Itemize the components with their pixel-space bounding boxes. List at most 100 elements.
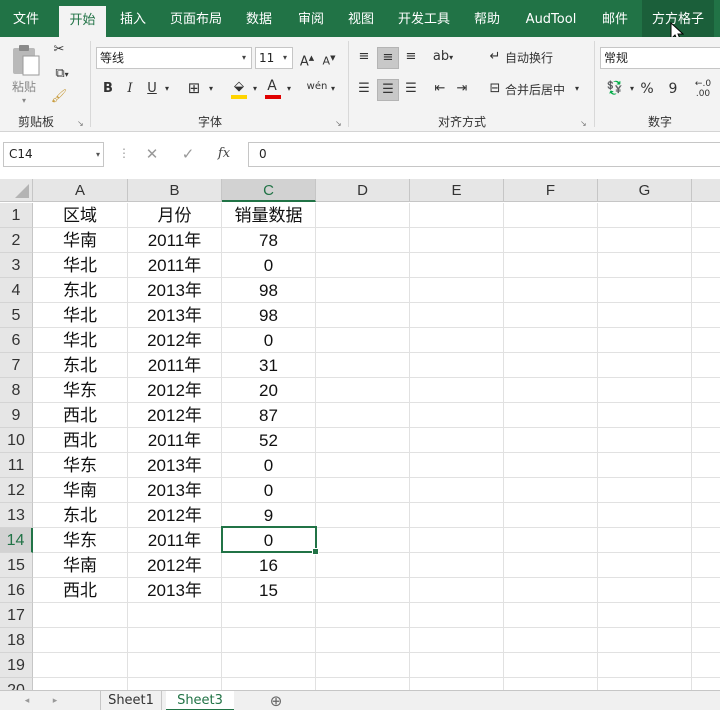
cell-e7[interactable] [410,353,504,378]
cell-d17[interactable] [316,603,410,628]
tab-help[interactable]: 帮助 [462,0,512,37]
cell-a4[interactable]: 东北 [33,278,128,303]
cell-f9[interactable] [504,403,598,428]
cell-b11[interactable]: 2013年 [128,453,222,478]
cell-f19[interactable] [504,653,598,678]
cell-f11[interactable] [504,453,598,478]
column-header-e[interactable]: E [410,179,504,202]
cell-a5[interactable]: 华北 [33,303,128,328]
accounting-format-icon[interactable]: 💱 [603,79,627,99]
chevron-down-icon[interactable]: ▾ [284,79,294,99]
chevron-down-icon[interactable]: ▾ [627,79,637,99]
cell-e9[interactable] [410,403,504,428]
cell-c10[interactable]: 52 [222,428,316,453]
percent-style-button[interactable]: % [638,79,656,99]
cell-e15[interactable] [410,553,504,578]
font-launcher-icon[interactable]: ↘ [335,119,342,128]
cell-f2[interactable] [504,228,598,253]
row-header-1[interactable]: 1 [0,203,33,228]
cell-f12[interactable] [504,478,598,503]
cell-f4[interactable] [504,278,598,303]
phonetic-guide-icon[interactable]: wén [306,77,328,97]
cell-overflow12[interactable] [692,478,720,503]
cell-a12[interactable]: 华南 [33,478,128,503]
alignment-launcher-icon[interactable]: ↘ [580,119,587,128]
insert-function-icon[interactable]: fx [214,144,234,164]
row-header-2[interactable]: 2 [0,228,33,253]
cell-c17[interactable] [222,603,316,628]
row-header-16[interactable]: 16 [0,578,33,603]
cell-g8[interactable] [598,378,692,403]
cell-a10[interactable]: 西北 [33,428,128,453]
cell-c11[interactable]: 0 [222,453,316,478]
tab-data[interactable]: 数据 [234,0,284,37]
cell-e10[interactable] [410,428,504,453]
cell-d16[interactable] [316,578,410,603]
chevron-down-icon[interactable]: ▾ [250,79,260,99]
cell-g14[interactable] [598,528,692,553]
worksheet-grid[interactable]: ABCDEFG 1 区域 月份 销量数据 2 华南 2011年 78 3 华北 2011年 0 4 东北 2… [0,179,720,690]
wrap-text-icon[interactable]: ↵ [486,47,504,67]
cell-e19[interactable] [410,653,504,678]
font-name-select[interactable]: 等线 ▾ [96,47,252,69]
cell-overflow16[interactable] [692,578,720,603]
row-header-6[interactable]: 6 [0,328,33,353]
cell-b6[interactable]: 2012年 [128,328,222,353]
cell-overflow18[interactable] [692,628,720,653]
cell-d20[interactable] [316,678,410,690]
row-header-4[interactable]: 4 [0,278,33,303]
cell-b16[interactable]: 2013年 [128,578,222,603]
scroll-right-icon[interactable]: ▸ [48,691,62,710]
cell-a7[interactable]: 东北 [33,353,128,378]
paste-button[interactable]: 粘贴 ▾ [8,43,44,105]
bold-button[interactable]: B [100,79,116,99]
cell-f7[interactable] [504,353,598,378]
align-left-icon[interactable]: ☰ [354,79,374,99]
cell-g3[interactable] [598,253,692,278]
row-header-11[interactable]: 11 [0,453,33,478]
cell-a1[interactable]: 区域 [33,203,128,228]
tab-insert[interactable]: 插入 [108,0,158,37]
cell-e11[interactable] [410,453,504,478]
increase-indent-icon[interactable]: ⇥ [452,79,472,99]
cell-a17[interactable] [33,603,128,628]
cell-overflow6[interactable] [692,328,720,353]
chevron-down-icon[interactable]: ▾ [328,79,338,99]
cell-overflow1[interactable] [692,203,720,228]
cell-d6[interactable] [316,328,410,353]
cell-g5[interactable] [598,303,692,328]
cell-e6[interactable] [410,328,504,353]
cell-e4[interactable] [410,278,504,303]
cell-d15[interactable] [316,553,410,578]
cell-c4[interactable]: 98 [222,278,316,303]
merge-center-icon[interactable]: ⊟ [486,79,504,99]
cell-a13[interactable]: 东北 [33,503,128,528]
cell-d14[interactable] [316,528,410,553]
cell-d8[interactable] [316,378,410,403]
cell-c18[interactable] [222,628,316,653]
cell-a15[interactable]: 华南 [33,553,128,578]
cell-g12[interactable] [598,478,692,503]
chevron-down-icon[interactable]: ▾ [572,79,582,99]
cell-d10[interactable] [316,428,410,453]
cell-b10[interactable]: 2011年 [128,428,222,453]
cell-g17[interactable] [598,603,692,628]
column-header-overflow[interactable] [692,179,720,202]
row-header-15[interactable]: 15 [0,553,33,578]
cell-b7[interactable]: 2011年 [128,353,222,378]
border-icon[interactable]: ⊞ [184,78,204,98]
cell-overflow13[interactable] [692,503,720,528]
cell-e2[interactable] [410,228,504,253]
cell-overflow3[interactable] [692,253,720,278]
column-header-b[interactable]: B [128,179,222,202]
cell-a16[interactable]: 西北 [33,578,128,603]
cell-g6[interactable] [598,328,692,353]
cell-f6[interactable] [504,328,598,353]
comma-style-button[interactable]: 9 [664,79,682,99]
paste-dropdown-icon[interactable]: ▾ [22,91,26,111]
cell-c12[interactable]: 0 [222,478,316,503]
cell-a6[interactable]: 华北 [33,328,128,353]
cell-e16[interactable] [410,578,504,603]
chevron-down-icon[interactable]: ▾ [206,79,216,99]
cell-f1[interactable] [504,203,598,228]
